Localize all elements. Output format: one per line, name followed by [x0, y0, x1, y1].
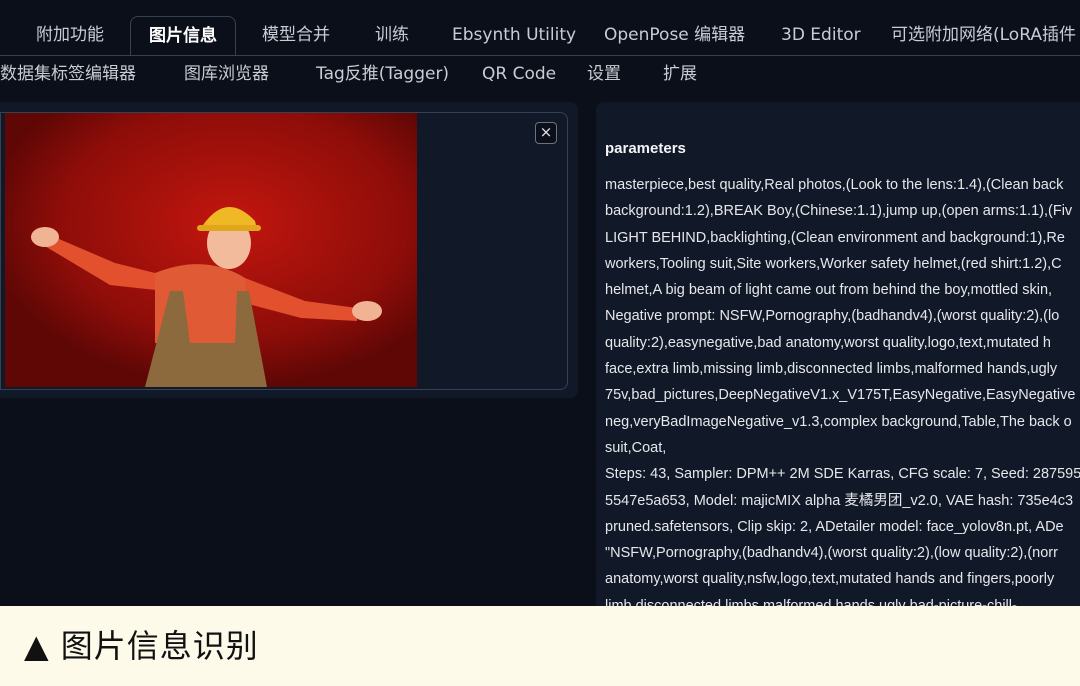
close-icon[interactable]: × — [535, 122, 557, 144]
tab-extensions[interactable]: 扩展 — [663, 56, 697, 92]
parameters-line: background:1.2),BREAK Boy,(Chinese:1.1),… — [605, 203, 1073, 220]
parameters-line: limb disconnected limbs malformed hands … — [605, 597, 1017, 606]
tab-bar-primary: 附加功能 图片信息 模型合并 训练 Ebsynth Utility OpenPo… — [0, 14, 1080, 56]
parameters-line: LIGHT BEHIND,backlighting,(Clean environ… — [605, 229, 1065, 246]
image-panel: × — [0, 102, 578, 398]
tab-bar-secondary: 数据集标签编辑器 图库浏览器 Tag反推(Tagger) QR Code 设置 … — [0, 56, 1080, 92]
parameters-line: pruned.safetensors, Clip skip: 2, ADetai… — [605, 518, 1064, 535]
image-dropzone[interactable] — [0, 112, 568, 390]
parameters-line: suit,Coat, — [605, 439, 667, 456]
tab-png-info[interactable]: 图片信息 — [130, 16, 236, 55]
worker-photo — [5, 113, 417, 387]
tab-extras[interactable]: 附加功能 — [36, 14, 104, 55]
parameters-line: quality:2),easynegative,bad anatomy,wors… — [605, 334, 1051, 351]
tab-qr-code[interactable]: QR Code — [482, 56, 556, 92]
parameters-line: face,extra limb,missing limb,disconnecte… — [605, 361, 1058, 378]
tab-image-browser[interactable]: 图库浏览器 — [184, 56, 269, 92]
tab-dataset-tag-editor[interactable]: 数据集标签编辑器 — [0, 56, 136, 92]
tab-3d-editor[interactable]: 3D Editor — [781, 14, 861, 55]
caption-bar: ▲ 图片信息识别 — [0, 606, 1080, 686]
tab-tagger[interactable]: Tag反推(Tagger) — [316, 56, 449, 92]
parameters-text: masterpiece,best quality,Real photos,(Lo… — [605, 172, 1080, 606]
tab-additional-networks[interactable]: 可选附加网络(LoRA插件 — [891, 14, 1076, 55]
parameters-line: 75v,bad_pictures,DeepNegativeV1.x_V175T,… — [605, 387, 1076, 404]
parameters-line: anatomy,worst quality,nsfw,logo,text,mut… — [605, 571, 1055, 588]
tab-openpose-editor[interactable]: OpenPose 编辑器 — [604, 14, 745, 55]
parameters-line: neg,veryBadImageNegative_v1.3,complex ba… — [605, 413, 1072, 430]
tab-train[interactable]: 训练 — [375, 14, 409, 55]
tab-ebsynth-utility[interactable]: Ebsynth Utility — [452, 14, 576, 55]
parameters-title: parameters — [605, 140, 686, 157]
tab-settings[interactable]: 设置 — [587, 56, 621, 92]
tab-checkpoint-merger[interactable]: 模型合并 — [262, 14, 330, 55]
parameters-line: 5547e5a653, Model: majicMIX alpha 麦橘男团_v… — [605, 492, 1074, 509]
parameters-panel: parameters masterpiece,best quality,Real… — [596, 102, 1080, 606]
parameters-line: workers,Tooling suit,Site workers,Worker… — [605, 255, 1062, 272]
parameters-line: helmet,A big beam of light came out from… — [605, 282, 1053, 299]
parameters-line: Steps: 43, Sampler: DPM++ 2M SDE Karras,… — [605, 466, 1080, 483]
caption-text: ▲ 图片信息识别 — [24, 627, 259, 665]
parameters-line: masterpiece,best quality,Real photos,(Lo… — [605, 177, 1064, 193]
parameters-line: Negative prompt: NSFW,Pornography,(badha… — [605, 308, 1060, 325]
uploaded-image — [5, 113, 417, 387]
parameters-line: "NSFW,Pornography,(badhandv4),(worst qua… — [605, 545, 1058, 562]
